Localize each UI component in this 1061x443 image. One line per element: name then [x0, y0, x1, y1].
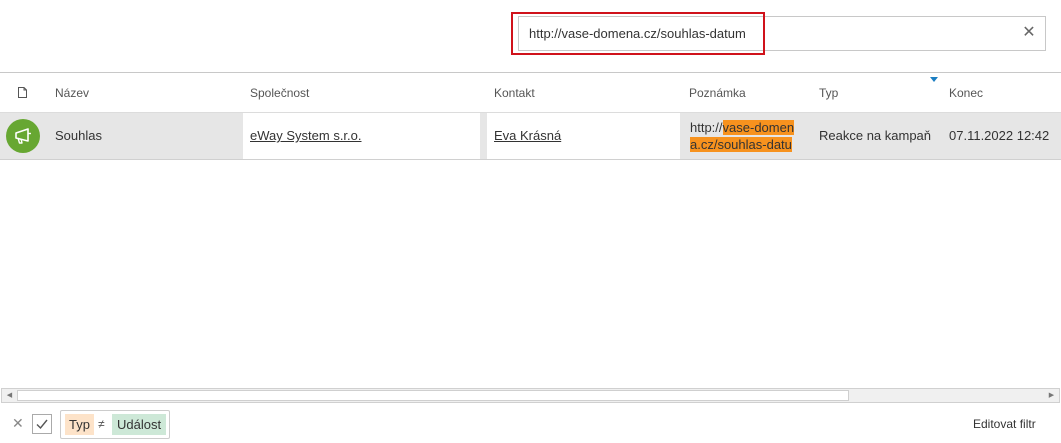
- column-header-contact[interactable]: Kontakt: [494, 73, 535, 113]
- filter-marker-icon: [930, 77, 938, 82]
- row-company-link[interactable]: eWay System s.r.o.: [250, 113, 362, 159]
- megaphone-icon: [6, 119, 40, 153]
- row-name[interactable]: Souhlas: [55, 113, 102, 159]
- close-icon[interactable]: ✕: [1021, 25, 1037, 41]
- note-highlight: vase-domen: [722, 120, 795, 135]
- table-row[interactable]: Souhlas eWay System s.r.o. Eva Krásná ht…: [0, 113, 1061, 160]
- column-header-type[interactable]: Typ: [819, 73, 838, 113]
- note-text: http://: [690, 120, 723, 135]
- filter-operator: ≠: [98, 417, 105, 431]
- note-highlight: a.cz/souhlas-datu: [690, 137, 792, 152]
- column-header-note[interactable]: Poznámka: [689, 73, 746, 113]
- filter-bar: ✕ Typ ≠ Událost Editovat filtr: [0, 404, 1061, 443]
- document-icon: [18, 87, 27, 98]
- search-input[interactable]: [529, 17, 1009, 50]
- row-note: http://vase-domen a.cz/souhlas-datu: [690, 119, 810, 153]
- table-header: Název Společnost Kontakt Poznámka Typ Ko…: [0, 72, 1061, 113]
- edit-filter-link[interactable]: Editovat filtr: [973, 417, 1036, 431]
- row-contact-link[interactable]: Eva Krásná: [494, 113, 561, 159]
- column-header-name[interactable]: Název: [55, 73, 89, 113]
- filter-apply-checkbox[interactable]: [32, 414, 52, 434]
- row-end-date: 07.11.2022 12:42: [949, 128, 1050, 143]
- filter-field: Typ: [65, 414, 94, 435]
- check-icon: [36, 419, 48, 430]
- scrollbar-thumb[interactable]: [17, 390, 849, 401]
- scroll-right-icon[interactable]: ▶: [1045, 390, 1058, 401]
- row-type: Reakce na kampaň: [819, 128, 932, 143]
- column-header-company[interactable]: Společnost: [250, 73, 309, 113]
- clear-filter-icon[interactable]: ✕: [12, 415, 24, 432]
- scroll-left-icon[interactable]: ◀: [3, 390, 16, 401]
- filter-value: Událost: [112, 414, 167, 435]
- column-header-end[interactable]: Konec: [949, 73, 983, 113]
- search-box: ✕: [518, 16, 1046, 51]
- filter-chip[interactable]: Typ ≠ Událost: [60, 410, 170, 439]
- horizontal-scrollbar[interactable]: ◀ ▶: [1, 388, 1060, 403]
